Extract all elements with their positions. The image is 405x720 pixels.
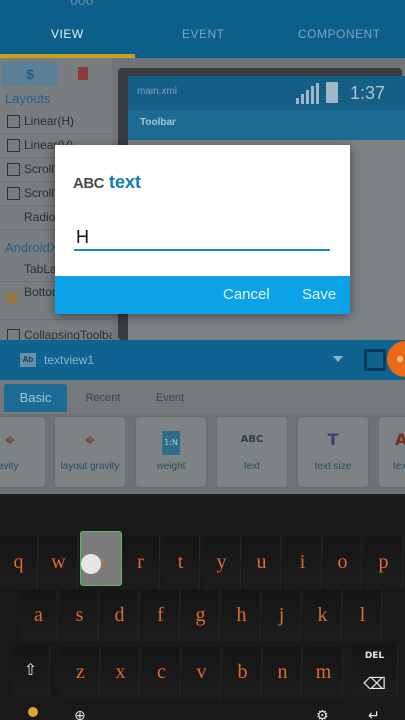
tab-basic[interactable]: Basic	[4, 384, 67, 412]
key-s[interactable]: s	[61, 590, 99, 642]
abc-icon: ABC	[73, 175, 105, 192]
scroll-v-icon	[7, 187, 20, 200]
key-b[interactable]: b	[224, 647, 262, 699]
touch-indicator	[81, 554, 101, 574]
radio-icon	[7, 211, 20, 224]
property-card-text-color[interactable]: A text	[378, 416, 405, 488]
emoji-icon[interactable]	[28, 707, 38, 717]
preview-toolbar-label: Toolbar	[140, 117, 176, 128]
settings-icon[interactable]: ⚙	[316, 708, 329, 720]
dollar-icon[interactable]: $	[2, 62, 58, 86]
key-d[interactable]: d	[101, 590, 139, 642]
property-card-label: gravity	[0, 461, 19, 472]
linear-v-icon	[7, 139, 20, 152]
dialog-actions: Cancel Save	[55, 276, 350, 314]
section-androidx: AndroidX	[5, 240, 59, 255]
tab-event-props[interactable]: Event	[150, 384, 190, 412]
selected-widget-name[interactable]: textview1	[44, 353, 94, 367]
arrow-icon[interactable]: ↵	[368, 708, 380, 720]
shift-icon[interactable]: ⇧	[12, 645, 50, 697]
tab-recent[interactable]: Recent	[80, 384, 126, 412]
property-card-text[interactable]: ABC text	[216, 416, 288, 488]
weight-icon: 1:N	[162, 431, 180, 455]
key-w[interactable]: w	[40, 537, 78, 589]
text-abc-icon: ABC	[240, 434, 264, 445]
gravity-icon: ⌖	[4, 430, 16, 450]
tab-layout-icon	[7, 263, 20, 276]
key-y[interactable]: y	[203, 537, 241, 589]
property-card-label: text	[393, 461, 405, 472]
key-c[interactable]: c	[143, 647, 181, 699]
property-card-label: layout gravity	[60, 461, 120, 472]
key-l[interactable]: l	[344, 590, 382, 642]
key-n[interactable]: n	[264, 647, 302, 699]
screen: 606 VIEW EVENT COMPONENT $ Layouts Linea…	[0, 0, 405, 720]
key-i[interactable]: i	[284, 537, 322, 589]
property-card-label: text	[243, 461, 261, 472]
text-color-icon: A	[395, 430, 405, 449]
cancel-button[interactable]: Cancel	[223, 286, 270, 303]
key-m[interactable]: m	[305, 647, 343, 699]
palette-item-linear-h[interactable]: Linear(H)	[0, 110, 112, 134]
key-v[interactable]: v	[183, 647, 221, 699]
text-edit-dialog: ABC text Cancel Save	[55, 145, 350, 314]
scroll-h-icon	[7, 163, 20, 176]
backspace-icon: ⌫	[363, 674, 386, 693]
globe-icon[interactable]: ⊕	[74, 708, 86, 720]
property-card-label: text size	[314, 461, 352, 472]
property-card-layout-gravity[interactable]: ⌖ layout gravity	[54, 416, 126, 488]
tab-view[interactable]: VIEW	[51, 27, 84, 41]
key-k[interactable]: k	[304, 590, 342, 642]
preview-time: 1:37	[350, 83, 386, 103]
key-o[interactable]: o	[324, 537, 362, 589]
palette-item-label: Linear(H)	[24, 114, 75, 128]
key-a[interactable]: a	[20, 590, 58, 642]
property-card-text-size[interactable]: T text size	[297, 416, 369, 488]
chevron-down-icon[interactable]	[333, 356, 343, 362]
save-icon[interactable]	[364, 349, 386, 371]
key-u[interactable]: u	[243, 537, 281, 589]
key-f[interactable]: f	[142, 590, 180, 642]
property-card-weight[interactable]: 1:N weight	[135, 416, 207, 488]
appbar-ghost-text: 606	[70, 0, 94, 8]
text-size-icon: T	[327, 430, 339, 449]
section-layouts: Layouts	[5, 91, 51, 106]
palette-tabs: $	[0, 62, 112, 86]
battery-icon	[326, 82, 338, 103]
dialog-title: text	[109, 172, 142, 192]
text-value-input[interactable]	[74, 225, 330, 251]
key-j[interactable]: j	[263, 590, 301, 642]
key-z[interactable]: z	[62, 647, 100, 699]
delete-key[interactable]: DEL ⌫	[352, 645, 398, 697]
key-h[interactable]: h	[223, 590, 261, 642]
app-bar: 606 VIEW EVENT COMPONENT	[0, 0, 405, 58]
linear-h-icon	[7, 115, 20, 128]
key-p[interactable]: p	[365, 537, 403, 589]
tab-component[interactable]: COMPONENT	[298, 27, 381, 41]
textview-icon: Ab	[20, 353, 36, 367]
property-card-label: weight	[156, 461, 186, 472]
home-icon	[7, 293, 17, 303]
save-button[interactable]: Save	[302, 286, 336, 303]
layout-gravity-icon: ⌖	[84, 430, 96, 450]
key-g[interactable]: g	[182, 590, 220, 642]
key-r[interactable]: r	[122, 537, 160, 589]
tab-event[interactable]: EVENT	[182, 27, 225, 41]
key-x[interactable]: x	[102, 647, 140, 699]
key-t[interactable]: t	[162, 537, 200, 589]
key-q[interactable]: q	[0, 537, 38, 589]
property-card-gravity[interactable]: ⌖ gravity	[0, 416, 46, 488]
preview-file-name: main.xml	[137, 86, 178, 97]
bookmark-icon[interactable]	[78, 67, 88, 80]
